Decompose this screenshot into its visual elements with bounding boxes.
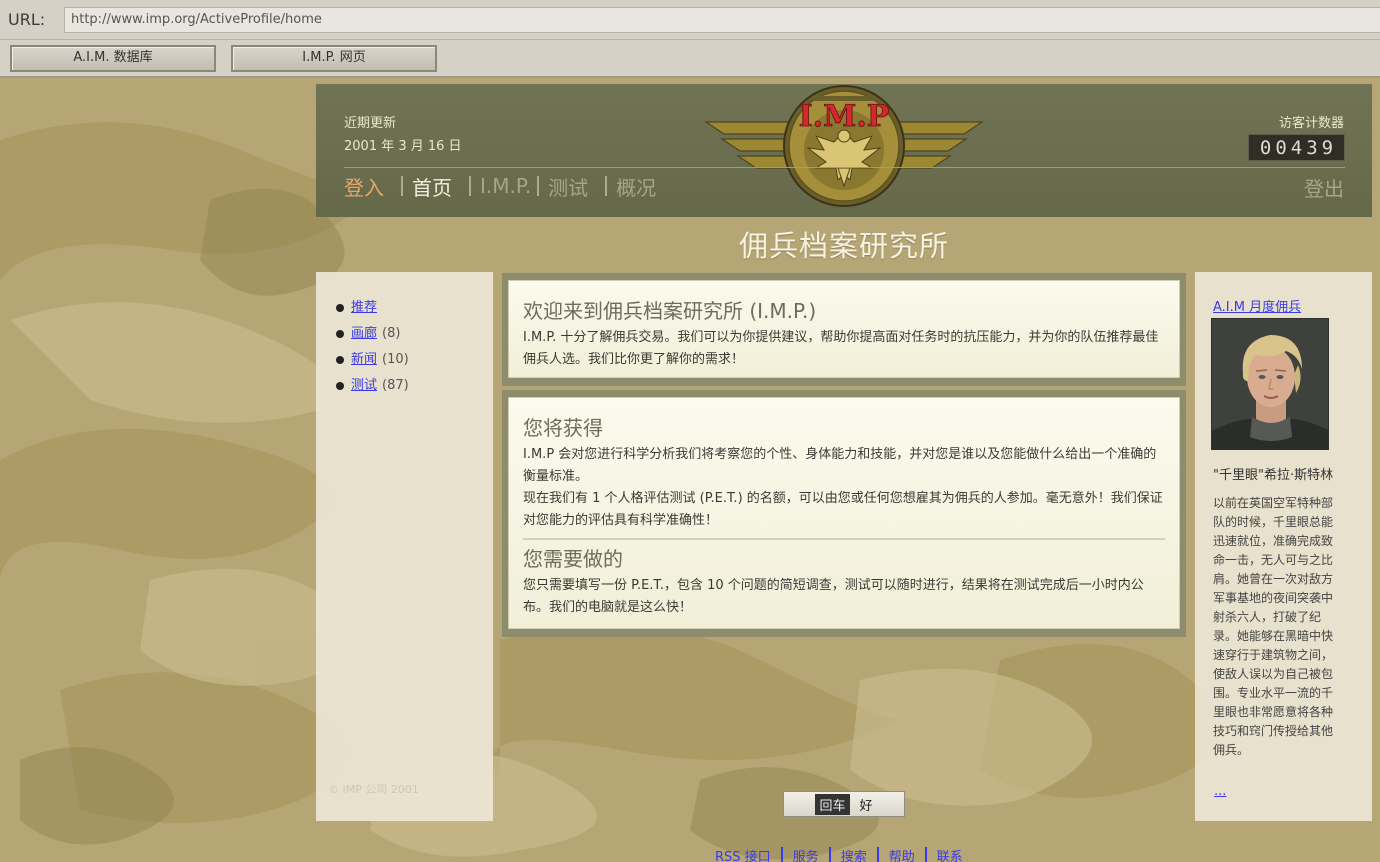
benefits-text-1: I.M.P 会对您进行科学分析我们将考察您的个性、身体能力和技能，并对您是谁以及… (523, 447, 1157, 484)
footer-link-service[interactable]: 服务 (793, 846, 819, 862)
bookmark-imp-button[interactable]: I.M.P. 网页 (231, 45, 437, 72)
enter-key-label: 回车 (815, 793, 850, 815)
nav-separator (469, 176, 471, 196)
url-label: URL: (8, 10, 46, 29)
portrait-image (1212, 319, 1328, 449)
welcome-text: I.M.P. 十分了解佣兵交易。我们可以为你提供建议，帮助你提高面对任务时的抗压… (523, 330, 1159, 367)
logo-text: I.M.P (799, 99, 890, 134)
page-title: 佣兵档案研究所 (738, 229, 949, 263)
visitor-counter-value: 00439 (1259, 136, 1338, 159)
bullet-icon (336, 330, 344, 338)
benefits-card: 您将获得 I.M.P 会对您进行科学分析我们将考察您的个性、身体能力和技能，并对… (502, 390, 1186, 637)
visitor-counter-label: 访客计数器 (1278, 116, 1344, 131)
merc-portrait[interactable] (1211, 318, 1329, 450)
nav-imp[interactable]: I.M.P. (480, 174, 531, 198)
footer-separator (780, 846, 783, 862)
web-page: 近期更新 2001 年 3 月 16 日 I.M.P 访客计数器 00439 登… (0, 80, 1380, 862)
nav-logout[interactable]: 登出 (1304, 173, 1344, 202)
merc-of-month-link[interactable]: A.I.M 月度佣兵 (1213, 296, 1301, 315)
sidebar-item-recommend: 推荐 (336, 295, 409, 321)
merc-name: "千里眼"希拉·斯特林 (1213, 468, 1334, 483)
footer-link-contact[interactable]: 联系 (937, 846, 963, 862)
sidebar-item-gallery: 画廊 (8) (336, 321, 409, 347)
nav-home[interactable]: 首页 (412, 172, 452, 201)
url-input[interactable]: http://www.imp.org/ActiveProfile/home (64, 7, 1380, 33)
welcome-title: 欢迎来到佣兵档案研究所 (I.M.P.) (523, 299, 817, 323)
bullet-icon (336, 304, 344, 312)
nav-overview[interactable]: 概况 (616, 172, 656, 201)
welcome-card: 欢迎来到佣兵档案研究所 (I.M.P.) I.M.P. 十分了解佣兵交易。我们可… (502, 273, 1186, 386)
footer-link-rss[interactable]: RSS 接口 (715, 846, 771, 862)
right-sidebar: A.I.M 月度佣兵 "千里眼"希拉·斯特林 以前在英国空军特种部队的时候，千里… (1195, 272, 1372, 821)
benefits-divider (523, 538, 1165, 540)
todo-title: 您需要做的 (523, 547, 623, 571)
sidebar-link-news[interactable]: 新闻 (351, 347, 377, 373)
sidebar-item-test: 测试 (87) (336, 373, 409, 399)
recent-update-label: 近期更新 (344, 116, 397, 131)
sidebar-count-news: (10) (382, 352, 409, 367)
bullet-icon (336, 356, 344, 364)
copyright-text: © IMP 公司 2001 (328, 783, 419, 796)
bookmark-bar: A.I.M. 数据库 I.M.P. 网页 (0, 40, 1380, 78)
footer-separator (828, 846, 831, 862)
bullet-icon (336, 382, 344, 390)
benefits-card-body: 您将获得 I.M.P 会对您进行科学分析我们将考察您的个性、身体能力和技能，并对… (508, 397, 1180, 629)
nav-separator (537, 176, 540, 196)
footer-link-search[interactable]: 搜索 (841, 846, 867, 862)
sidebar-link-recommend[interactable]: 推荐 (351, 295, 377, 321)
footer-links: RSS 接口 服务 搜索 帮助 联系 (715, 845, 963, 862)
nav-separator (605, 176, 608, 196)
enter-ok-button[interactable]: 回车 好 (783, 791, 905, 817)
header-divider (344, 167, 1345, 168)
main-nav: 登入 首页 I.M.P. 测试 概况 (344, 172, 656, 200)
sidebar-item-news: 新闻 (10) (336, 347, 409, 373)
bookmark-aim-button[interactable]: A.I.M. 数据库 (10, 45, 216, 72)
sidebar-count-test: (87) (382, 378, 409, 393)
left-sidebar: 推荐 画廊 (8) 新闻 (10) 测试 (87) © IMP 公司 2001 (316, 272, 493, 821)
nav-separator (401, 176, 403, 196)
benefits-title: 您将获得 (523, 416, 603, 440)
recent-update-date: 2001 年 3 月 16 日 (344, 139, 462, 154)
footer-link-help[interactable]: 帮助 (889, 846, 915, 862)
benefits-text-2: 现在我们有 1 个人格评估测试 (P.E.T.) 的名额，可以由您或任何您想雇其… (523, 491, 1163, 528)
url-bar: URL: http://www.imp.org/ActiveProfile/ho… (0, 0, 1380, 40)
nav-test[interactable]: 测试 (548, 172, 588, 201)
merc-bio: 以前在英国空军特种部队的时候，千里眼总能迅速就位，准确完成致命一击，无人可与之比… (1213, 496, 1334, 757)
sidebar-list: 推荐 画廊 (8) 新闻 (10) 测试 (87) (336, 295, 409, 399)
sidebar-link-test[interactable]: 测试 (351, 373, 377, 399)
welcome-card-body: 欢迎来到佣兵档案研究所 (I.M.P.) I.M.P. 十分了解佣兵交易。我们可… (508, 280, 1180, 378)
todo-text: 您只需要填写一份 P.E.T.，包含 10 个问题的简短调查，测试可以随时进行，… (523, 578, 1144, 615)
ok-label: 好 (859, 798, 873, 814)
nav-login[interactable]: 登入 (344, 172, 384, 201)
site-header: 近期更新 2001 年 3 月 16 日 I.M.P 访客计数器 00439 登… (316, 84, 1372, 217)
merc-more-link[interactable]: ... (1214, 784, 1226, 799)
sidebar-count-gallery: (8) (382, 326, 401, 341)
imp-logo: I.M.P (704, 85, 984, 207)
sidebar-link-gallery[interactable]: 画廊 (351, 321, 377, 347)
visitor-counter: 00439 (1248, 134, 1345, 161)
footer-separator (876, 846, 879, 862)
footer-separator (924, 846, 927, 862)
